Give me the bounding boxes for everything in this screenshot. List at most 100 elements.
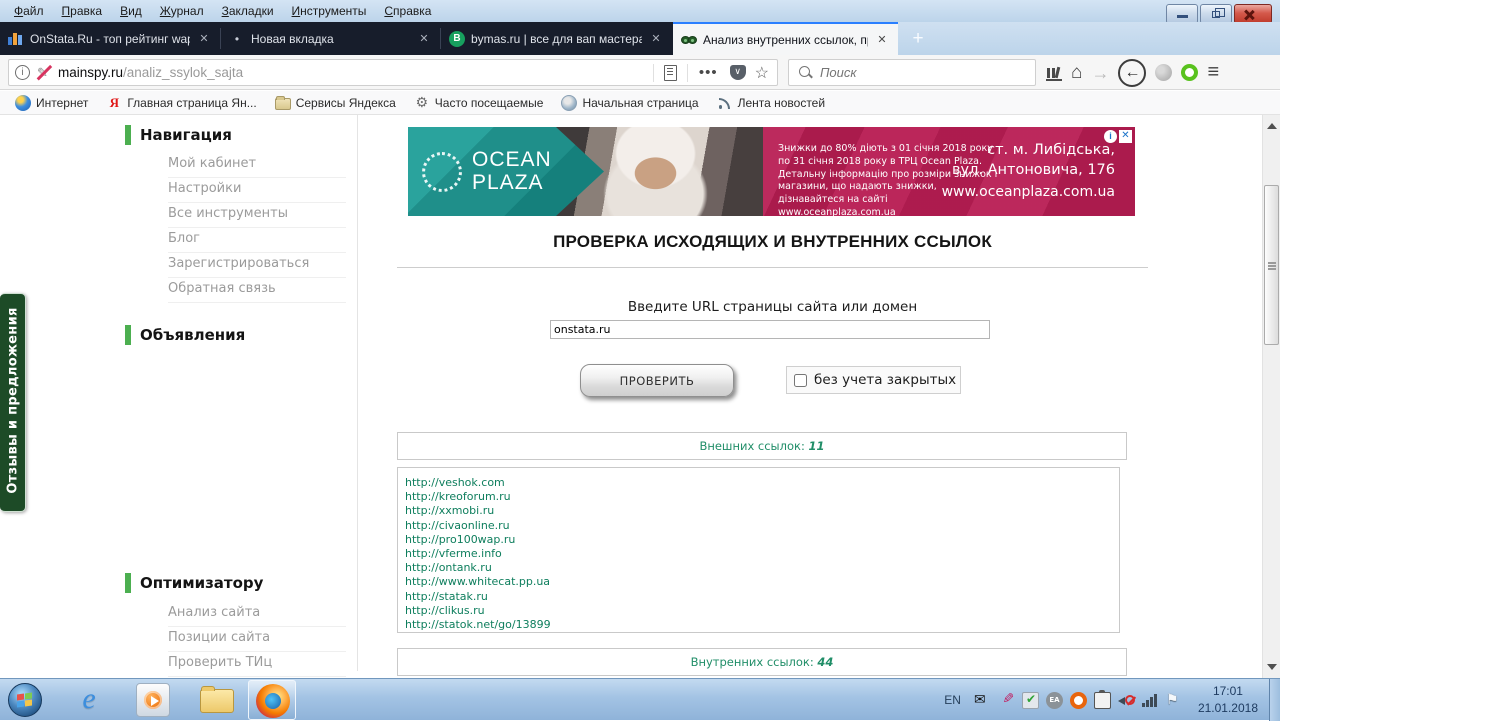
- globe-extension-icon[interactable]: [1155, 64, 1172, 81]
- tab-title: OnStata.Ru - топ рейтинг wap: [30, 32, 190, 46]
- sidebar-item-blog[interactable]: Блог: [168, 228, 346, 253]
- page-actions-icon[interactable]: •••: [692, 64, 725, 81]
- menu-bookmarks[interactable]: Закладки: [214, 2, 282, 20]
- library-icon[interactable]: [1046, 65, 1062, 81]
- internet-explorer-icon[interactable]: e: [72, 683, 106, 717]
- external-link[interactable]: http://pro100wap.ru: [405, 533, 1119, 547]
- site-url-input[interactable]: [550, 320, 990, 339]
- search-input[interactable]: [820, 65, 1000, 80]
- bookmark-internet[interactable]: Интернет: [8, 93, 95, 113]
- yandex-icon: Я: [106, 95, 122, 111]
- start-button[interactable]: [8, 683, 42, 717]
- external-link[interactable]: http://kreoforum.ru: [405, 490, 1119, 504]
- url-path: /analiz_ssylok_sajta: [123, 65, 243, 80]
- muted-speaker-icon[interactable]: [1118, 692, 1135, 709]
- bookmark-yandex-services[interactable]: Сервисы Яндекса: [268, 93, 403, 112]
- scroll-up-icon[interactable]: [1267, 123, 1277, 129]
- bookmark-start-page[interactable]: Начальная страница: [554, 93, 705, 113]
- external-link[interactable]: http://www.whitecat.pp.ua: [405, 575, 1119, 589]
- ea-tray-icon[interactable]: EA: [1046, 692, 1063, 709]
- sidebar-item-feedback[interactable]: Обратная связь: [168, 278, 346, 303]
- folder-icon: [275, 98, 291, 110]
- menu-file[interactable]: Файл: [6, 2, 52, 20]
- network-signal-icon[interactable]: [1142, 692, 1159, 709]
- minimize-button[interactable]: [1166, 4, 1198, 24]
- ad-banner[interactable]: OCEAN PLAZA Знижки до 80% діють з 01 січ…: [408, 127, 1135, 216]
- language-indicator[interactable]: EN: [944, 693, 961, 707]
- external-link[interactable]: http://vferme.info: [405, 547, 1119, 561]
- show-desktop-button[interactable]: [1269, 679, 1280, 721]
- external-link[interactable]: http://veshok.com: [405, 476, 1119, 490]
- bookmark-news-feed[interactable]: Лента новостей: [710, 93, 833, 113]
- reader-mode-icon[interactable]: [664, 65, 677, 81]
- close-button[interactable]: [1234, 4, 1272, 24]
- external-link[interactable]: http://civaonline.ru: [405, 519, 1119, 533]
- sidebar-item-register[interactable]: Зарегистрироваться: [168, 253, 346, 278]
- scrollbar-thumb[interactable]: [1264, 185, 1279, 345]
- tab-bymas[interactable]: B bymas.ru | все для вап мастера ✕: [441, 22, 672, 55]
- adchoices-info-icon[interactable]: i: [1104, 130, 1117, 143]
- antivirus-check-tray-icon[interactable]: [1022, 692, 1039, 709]
- ad-close-icon[interactable]: ✕: [1119, 130, 1132, 143]
- tab-close-icon[interactable]: ✕: [874, 33, 890, 46]
- external-link[interactable]: http://statak.ru: [405, 590, 1119, 604]
- new-tab-button[interactable]: +: [905, 26, 931, 52]
- bookmark-frequent[interactable]: ⚙ Часто посещаемые: [407, 93, 551, 113]
- gear-icon: ⚙: [414, 95, 430, 111]
- tab-close-icon[interactable]: ✕: [416, 32, 432, 45]
- external-link[interactable]: http://clikus.ru: [405, 604, 1119, 618]
- tray-clock[interactable]: 17:01 21.01.2018: [1198, 683, 1258, 718]
- feedback-tab[interactable]: Отзывы и предложения: [0, 293, 26, 512]
- tab-onstata[interactable]: OnStata.Ru - топ рейтинг wap ✕: [0, 22, 220, 55]
- pocket-icon[interactable]: ∨: [730, 65, 746, 80]
- mail-client-tray-icon[interactable]: ✉: [974, 692, 991, 709]
- forward-icon[interactable]: →: [1091, 64, 1109, 82]
- green-o-extension-icon[interactable]: [1181, 64, 1198, 81]
- back-icon[interactable]: ←: [1118, 59, 1146, 87]
- firefox-taskbar-button[interactable]: [248, 680, 296, 720]
- sidebar-item-all-tools[interactable]: Все инструменты: [168, 203, 346, 228]
- globe-icon: [561, 95, 577, 111]
- media-player-icon[interactable]: [136, 683, 170, 717]
- menu-help[interactable]: Справка: [376, 2, 439, 20]
- site-info-icon[interactable]: i: [15, 65, 30, 80]
- url-bar[interactable]: i mainspy.ru/analiz_ssylok_sajta ••• ∨ ☆: [8, 59, 778, 86]
- vertical-scrollbar[interactable]: [1262, 115, 1280, 678]
- menu-history[interactable]: Журнал: [152, 2, 212, 20]
- url-form-label: Введите URL страницы сайта или домен: [397, 299, 1148, 315]
- page-viewport: Отзывы и предложения Навигация Мой кабин…: [0, 115, 1280, 678]
- explorer-icon[interactable]: [200, 689, 234, 713]
- menu-view[interactable]: Вид: [112, 2, 150, 20]
- search-bar[interactable]: [788, 59, 1036, 86]
- check-button[interactable]: ПРОВЕРИТЬ: [580, 364, 734, 397]
- menu-bar: Файл Правка Вид Журнал Закладки Инструме…: [6, 0, 439, 22]
- sidebar-item-site-analysis[interactable]: Анализ сайта: [168, 602, 346, 627]
- bookmark-star-icon[interactable]: ☆: [751, 63, 777, 83]
- tab-close-icon[interactable]: ✕: [196, 32, 212, 45]
- clipboard-tray-icon[interactable]: [1094, 692, 1111, 709]
- scroll-down-icon[interactable]: [1267, 664, 1277, 670]
- sidebar-item-check-tic[interactable]: Проверить ТИц: [168, 652, 346, 677]
- tab-close-icon[interactable]: ✕: [648, 32, 664, 45]
- external-link[interactable]: http://ontank.ru: [405, 561, 1119, 575]
- menu-hamburger-icon[interactable]: ≡: [1207, 61, 1219, 84]
- orange-ring-tray-icon[interactable]: [1070, 692, 1087, 709]
- exclude-closed-checkbox[interactable]: [794, 374, 807, 387]
- tab-analysis-active[interactable]: Анализ внутренних ссылок, пр ✕: [673, 22, 898, 55]
- bookmark-yandex-home[interactable]: Я Главная страница Ян...: [99, 93, 263, 113]
- sidebar-item-cabinet[interactable]: Мой кабинет: [168, 153, 346, 178]
- tab-new[interactable]: • Новая вкладка ✕: [221, 22, 440, 55]
- rss-icon: [717, 95, 733, 111]
- green-bar: [125, 125, 131, 145]
- menu-tools[interactable]: Инструменты: [284, 2, 375, 20]
- sidebar-item-site-positions[interactable]: Позиции сайта: [168, 627, 346, 652]
- pen-tray-icon[interactable]: ✎: [998, 692, 1015, 709]
- action-center-flag-icon[interactable]: ⚑: [1166, 692, 1183, 709]
- home-icon[interactable]: ⌂: [1071, 63, 1082, 82]
- external-link[interactable]: http://statok.net/go/13899: [405, 618, 1119, 632]
- external-link[interactable]: http://xxmobi.ru: [405, 504, 1119, 518]
- restore-button[interactable]: [1200, 4, 1232, 24]
- sidebar-section-optimizer: Оптимизатору: [125, 573, 263, 593]
- sidebar-item-settings[interactable]: Настройки: [168, 178, 346, 203]
- menu-edit[interactable]: Правка: [54, 2, 111, 20]
